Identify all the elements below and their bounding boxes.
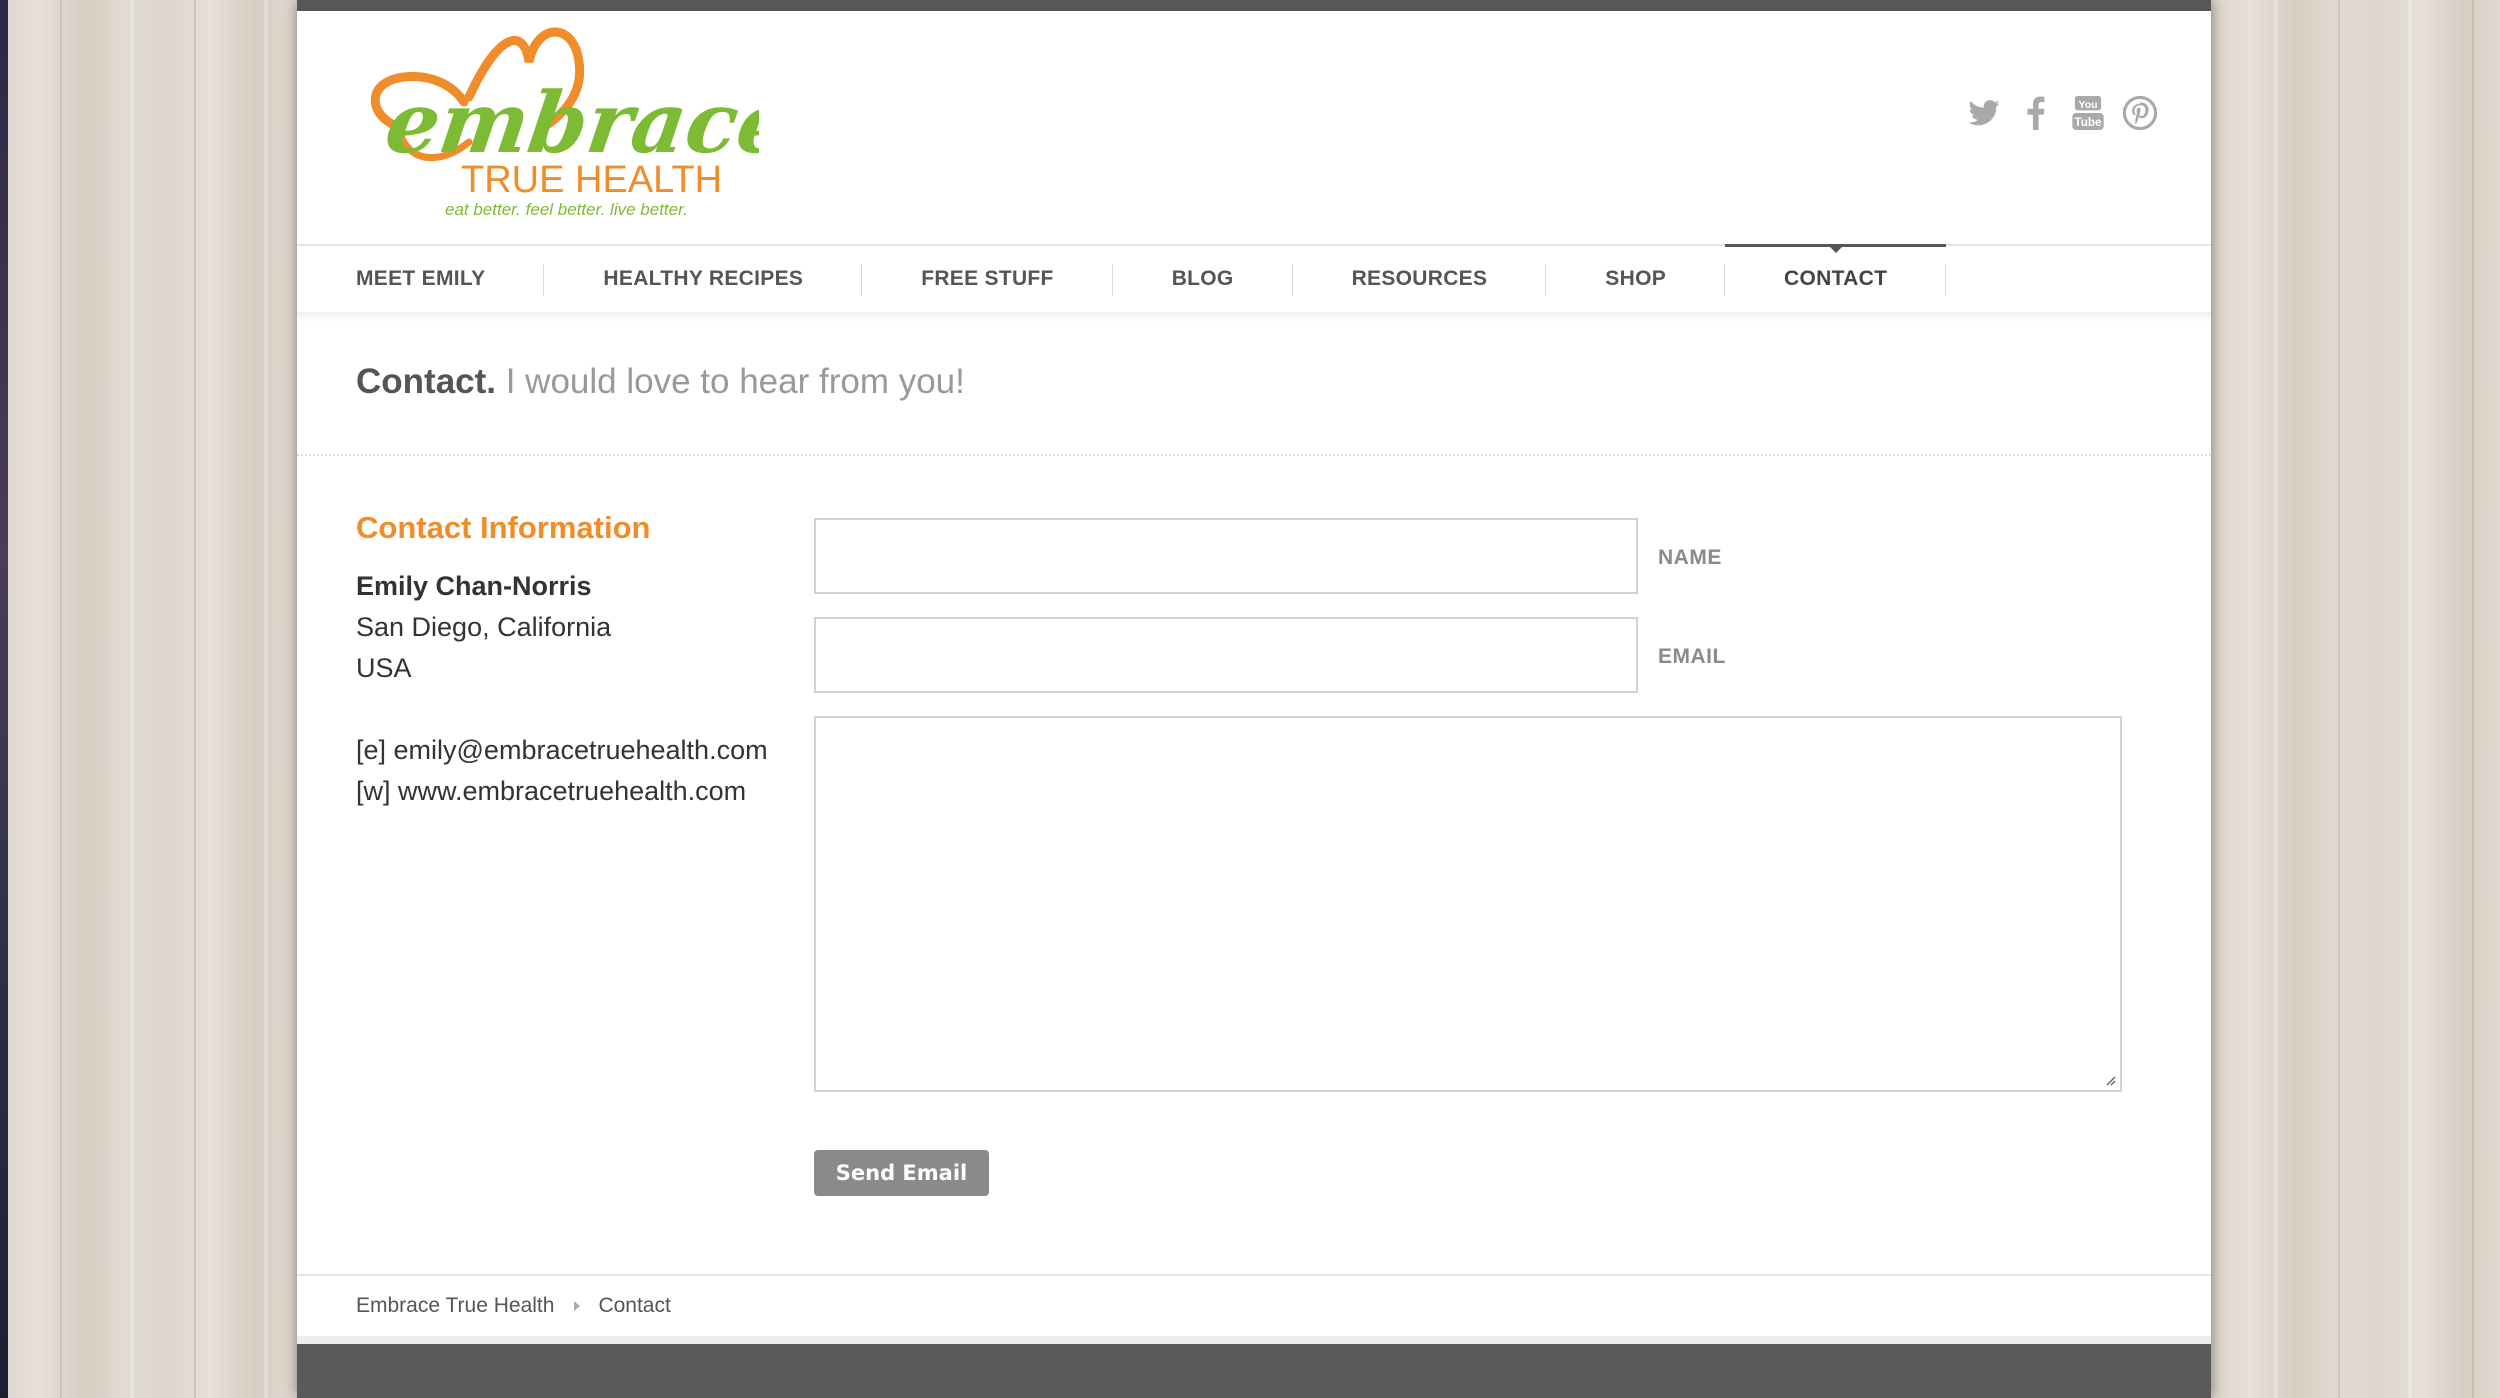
resize-grip-icon[interactable] [2104, 1074, 2116, 1086]
breadcrumb-home[interactable]: Embrace True Health [356, 1294, 554, 1318]
breadcrumb-bar: Embrace True Health Contact [297, 1274, 2211, 1338]
main-nav: MEET EMILY HEALTHY RECIPES FREE STUFF BL… [297, 244, 2211, 314]
nav-item-blog[interactable]: BLOG [1113, 246, 1293, 312]
footer-strip [297, 1336, 2211, 1344]
social-links: You Tube [1967, 96, 2157, 130]
divider [297, 454, 2211, 456]
page-subtitle: I would love to hear from you! [505, 362, 965, 401]
nav-label: CONTACT [1784, 267, 1888, 290]
site-logo[interactable]: embrace TRUE HEALTH eat better. feel bet… [359, 22, 759, 222]
nav-label: FREE STUFF [921, 267, 1054, 290]
logo-sub: TRUE HEALTH [461, 159, 722, 201]
email-label: EMAIL [1658, 645, 1726, 668]
nav-label: RESOURCES [1351, 267, 1488, 290]
breadcrumb-current: Contact [598, 1294, 671, 1317]
contact-info-heading: Contact Information [356, 510, 651, 545]
contact-email[interactable]: [e] emily@embracetruehealth.com [356, 730, 796, 771]
name-label: NAME [1658, 546, 1722, 569]
nav-item-meet-emily[interactable]: MEET EMILY [297, 246, 545, 312]
email-field-box [814, 617, 1638, 693]
nav-item-free-stuff[interactable]: FREE STUFF [862, 246, 1113, 312]
send-email-button[interactable]: Send Email [814, 1150, 989, 1196]
contact-info: Contact Information Emily Chan-Norris Sa… [356, 510, 796, 812]
logo-word: embrace [380, 73, 759, 172]
breadcrumb: Embrace True Health Contact [356, 1294, 671, 1318]
svg-text:You: You [2079, 100, 2098, 111]
contact-country: USA [356, 653, 412, 683]
logo-tagline: eat better. feel better. live better. [445, 200, 688, 219]
name-field-box [814, 518, 1638, 594]
nav-item-resources[interactable]: RESOURCES [1293, 246, 1547, 312]
contact-name: Emily Chan-Norris [356, 571, 592, 601]
contact-website[interactable]: [w] www.embracetruehealth.com [356, 771, 796, 812]
nav-label: SHOP [1605, 267, 1667, 290]
nav-item-healthy-recipes[interactable]: HEALTHY RECIPES [544, 246, 863, 312]
footer [297, 1344, 2211, 1398]
page-title-main: Contact. [356, 362, 496, 401]
message-field-box [814, 716, 2122, 1092]
youtube-icon[interactable]: You Tube [2071, 96, 2105, 130]
nav-separator [1945, 264, 1947, 296]
nav-label: MEET EMILY [356, 267, 486, 290]
nav-label: BLOG [1171, 267, 1234, 290]
message-textarea[interactable] [816, 718, 2120, 1090]
page-container: embrace TRUE HEALTH eat better. feel bet… [297, 0, 2211, 1398]
svg-text:Tube: Tube [2074, 116, 2102, 129]
name-input[interactable] [816, 520, 1636, 592]
twitter-icon[interactable] [1967, 96, 2001, 130]
breadcrumb-arrow-icon [574, 1301, 581, 1311]
facebook-icon[interactable] [2019, 96, 2053, 130]
desktop-edge [0, 0, 8, 1398]
email-input[interactable] [816, 619, 1636, 691]
nav-item-contact[interactable]: CONTACT [1725, 244, 1947, 312]
top-bar [297, 0, 2211, 11]
nav-item-shop[interactable]: SHOP [1546, 246, 1726, 312]
nav-label: HEALTHY RECIPES [603, 267, 804, 290]
page-title: Contact. I would love to hear from you! [356, 362, 965, 402]
nav-shadow [297, 312, 2211, 322]
contact-city: San Diego, California [356, 612, 612, 642]
pinterest-icon[interactable] [2123, 96, 2157, 130]
